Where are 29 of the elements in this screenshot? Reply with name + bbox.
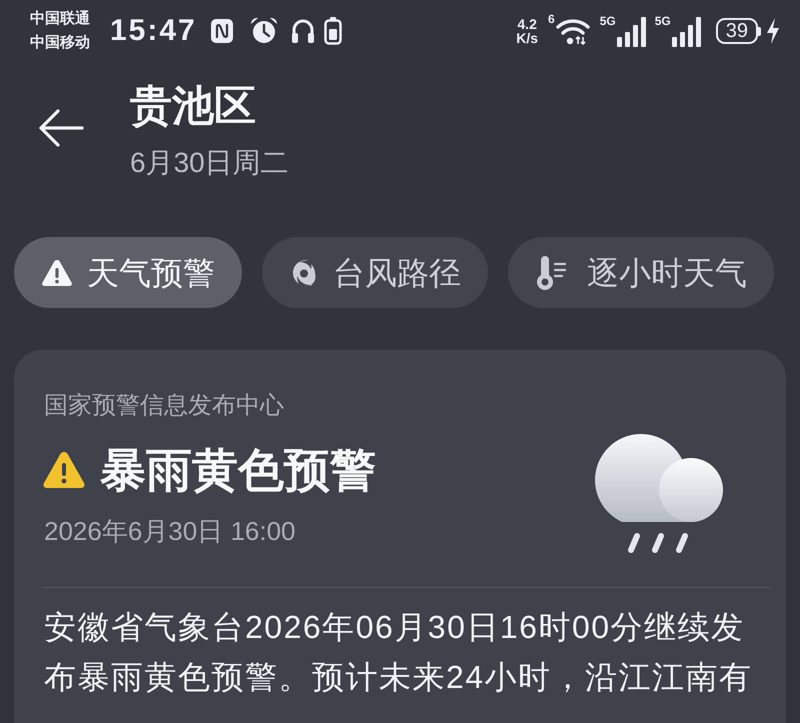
alert-description: 安徽省气象台2026年06月30日16时00分继续发布暴雨黄色预警。预计未来24小时，沿江江南有 xyxy=(44,608,754,697)
headphones-icon xyxy=(290,18,315,44)
signal-bars-icon xyxy=(616,17,647,47)
alert-time: 2026年6月30日 16:00 xyxy=(44,515,297,548)
wifi-standard-label: 6 xyxy=(548,12,555,26)
clock-time: 15:47 xyxy=(110,14,197,48)
rain-cloud-icon xyxy=(595,432,725,554)
alert-source: 国家预警信息发布中心 xyxy=(44,391,285,421)
battery-indicator: 39 xyxy=(716,18,761,44)
network-type-label: 5G xyxy=(600,15,616,27)
alert-title: 暴雨黄色预警 xyxy=(100,443,376,498)
alarm-clock-icon xyxy=(248,16,279,46)
tab-chip[interactable]: 台风路径 xyxy=(262,237,488,308)
warning-icon xyxy=(41,258,73,288)
nfc-icon xyxy=(210,19,233,43)
battery-icon xyxy=(324,17,342,45)
network-type-label: 5G xyxy=(654,15,671,27)
network-speed: 4.2 xyxy=(517,17,537,31)
carrier-name: 中国联通 xyxy=(30,9,90,29)
tab-chip[interactable]: 天气预警 xyxy=(14,237,242,308)
carrier-name: 中国移动 xyxy=(30,33,90,53)
wifi-icon xyxy=(556,17,590,45)
warning-icon xyxy=(42,450,86,490)
date-subtitle: 6月30日周二 xyxy=(130,146,289,180)
back-arrow-icon[interactable] xyxy=(38,108,84,148)
location-title: 贵池区 xyxy=(130,81,257,131)
tab-chip[interactable]: 逐小时天气 xyxy=(508,237,774,308)
signal-bars-icon xyxy=(672,17,702,47)
network-speed-unit: K/s xyxy=(516,31,538,45)
